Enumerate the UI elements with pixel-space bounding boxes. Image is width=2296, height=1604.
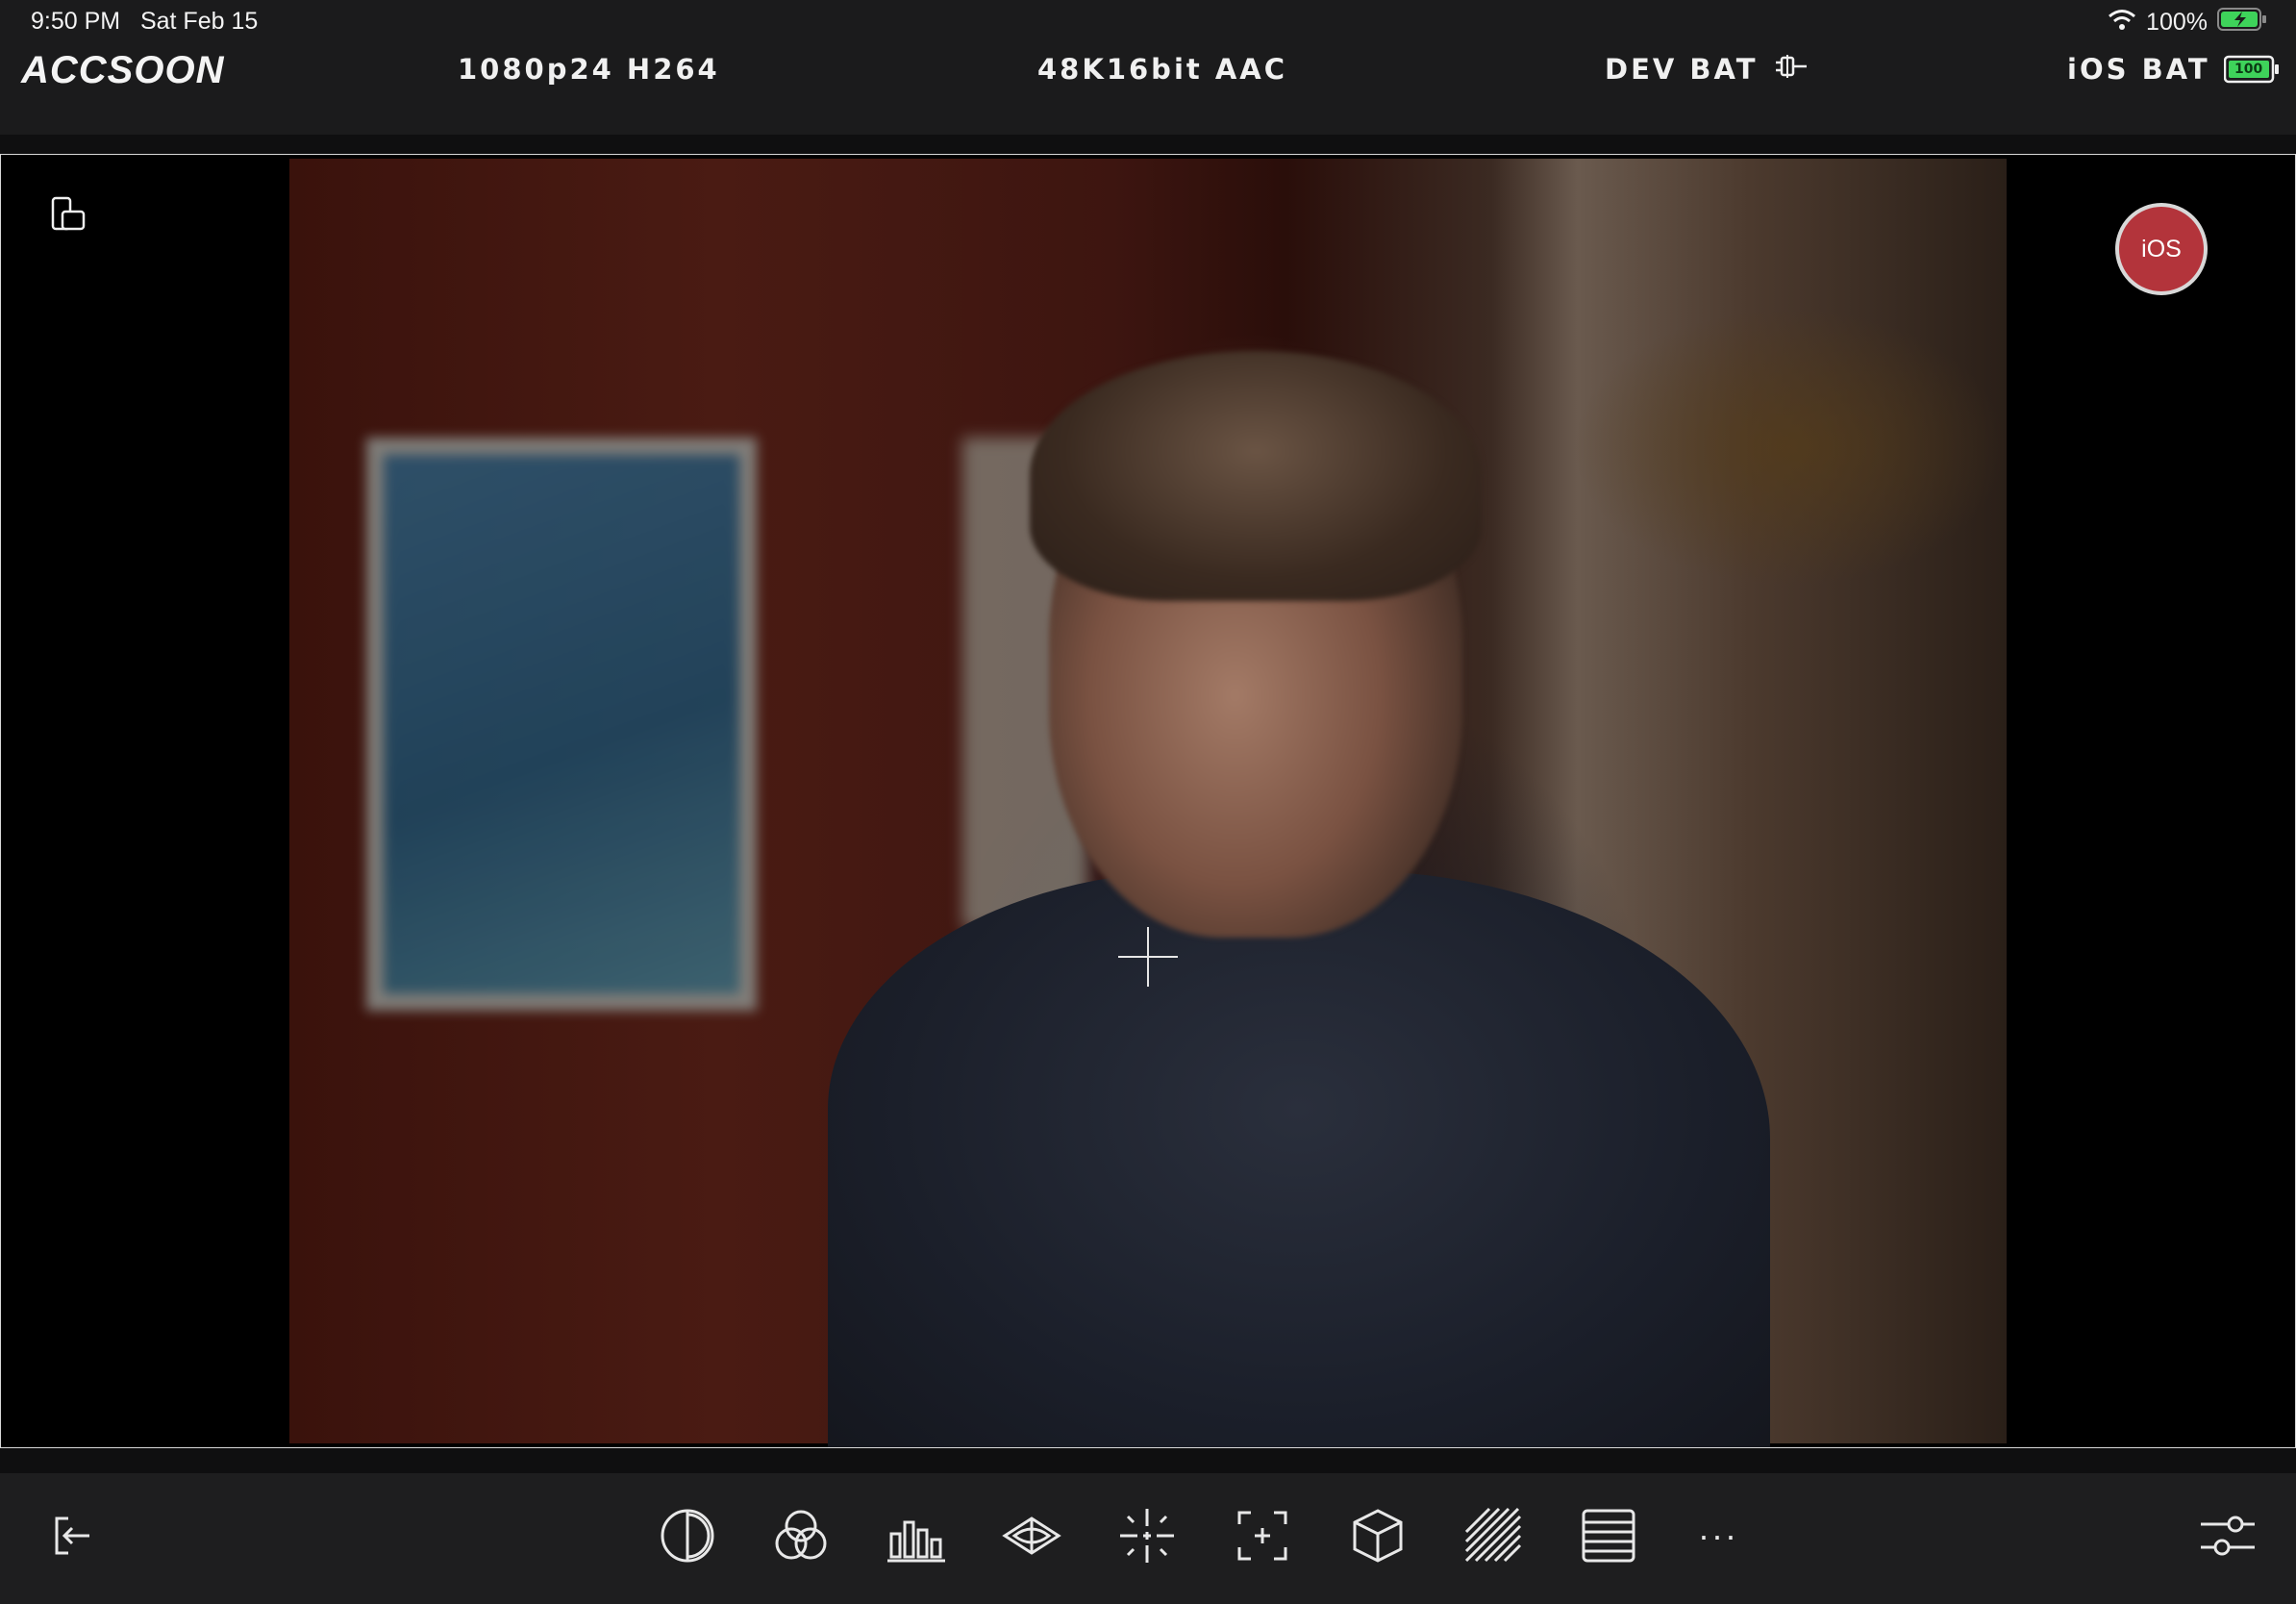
monitor-toolbar: ··· <box>0 1473 2296 1604</box>
battery-percent: 100% <box>2146 8 2208 36</box>
frame-lines-icon[interactable] <box>1575 1502 1642 1569</box>
more-icon: ··· <box>1698 1516 1738 1555</box>
plug-icon <box>1772 53 1809 87</box>
false-color-icon[interactable] <box>654 1502 721 1569</box>
ios-record-label: iOS <box>2141 235 2182 263</box>
status-time-date: 9:50 PM Sat Feb 15 <box>31 8 258 36</box>
ios-battery-icon: 100 <box>2223 55 2280 84</box>
video-preview[interactable]: iOS <box>0 154 2296 1448</box>
ios-battery-readout: iOS BAT 100 <box>2067 50 2280 88</box>
system-status-bar: 9:50 PM Sat Feb 15 100% <box>0 0 2296 44</box>
settings-sliders-icon[interactable] <box>2194 1502 2261 1569</box>
exit-icon[interactable] <box>37 1502 104 1569</box>
brand-logo: ACCSOON <box>21 48 224 92</box>
live-video-frame <box>289 159 2007 1447</box>
status-date: Sat Feb 15 <box>139 8 259 35</box>
top-divider <box>0 135 2296 156</box>
ios-battery-value: 100 <box>2234 62 2263 77</box>
zoom-crosshair-icon[interactable] <box>1113 1502 1181 1569</box>
device-battery-readout: DEV BAT <box>1605 50 1809 88</box>
status-indicators: 100% <box>2108 7 2267 38</box>
ios-battery-label: iOS BAT <box>2067 53 2210 86</box>
ios-record-button[interactable]: iOS <box>2115 203 2208 295</box>
rgb-channels-icon[interactable] <box>767 1502 835 1569</box>
monitor-info-bar: ACCSOON 1080p24 H264 48K16bit AAC DEV BA… <box>0 44 2296 135</box>
video-format-readout: 1080p24 H264 <box>458 53 720 86</box>
focus-peaking-icon[interactable] <box>998 1502 1065 1569</box>
zebra-icon[interactable] <box>1460 1502 1527 1569</box>
more-options-button[interactable]: ··· <box>1685 1502 1752 1569</box>
histogram-icon[interactable] <box>883 1502 950 1569</box>
subject-hair <box>1030 351 1482 601</box>
bottom-divider <box>0 1448 2296 1473</box>
lut-cube-icon[interactable] <box>1344 1502 1411 1569</box>
center-marker-icon[interactable] <box>1229 1502 1296 1569</box>
audio-format-readout: 48K16bit AAC <box>1037 53 1288 86</box>
wifi-icon <box>2108 8 2136 38</box>
subject-jacket <box>828 870 1770 1447</box>
center-crosshair-icon <box>1147 927 1149 987</box>
background-poster <box>366 438 757 1011</box>
battery-charging-icon <box>2217 7 2267 38</box>
device-battery-label: DEV BAT <box>1605 53 1759 86</box>
brand-text: ACCSOON <box>21 48 225 91</box>
device-orientation-icon[interactable] <box>47 193 89 236</box>
status-time: 9:50 PM <box>31 8 121 35</box>
